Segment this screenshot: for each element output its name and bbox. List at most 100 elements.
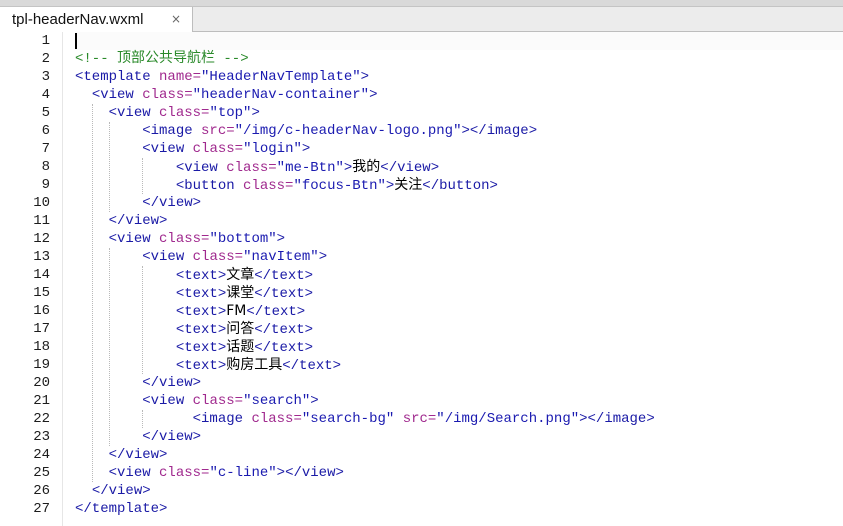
code-token: "HeaderNavTemplate" [201, 69, 361, 85]
code-token: "search-bg" [301, 411, 395, 427]
code-token: "login" [243, 141, 302, 157]
code-token: <text> [175, 322, 227, 338]
code-token: </view> [108, 213, 168, 229]
code-token: <text> [175, 268, 227, 284]
line-number: 23 [33, 429, 50, 445]
code-token: class= [192, 141, 244, 157]
code-token: "me-Btn" [276, 160, 344, 176]
indent-guide [142, 410, 144, 428]
code-token: </text> [254, 340, 314, 356]
code-token: > [369, 87, 378, 103]
code-line: <text>问答</text> [75, 320, 843, 338]
code-token: > [318, 249, 328, 265]
code-line: <text>购房工具</text> [75, 356, 843, 374]
line-number: 16 [33, 303, 50, 319]
code-token: </view> [142, 429, 202, 445]
code-token: </text> [254, 286, 314, 302]
line-number: 8 [41, 159, 50, 175]
close-icon[interactable]: × [170, 12, 182, 26]
line-number: 24 [33, 447, 50, 463]
code-token: class= [251, 411, 302, 427]
line-number: 15 [33, 285, 50, 301]
code-token: 问答 [226, 321, 255, 337]
line-number: 20 [33, 375, 50, 391]
line-number: 9 [41, 177, 50, 193]
code-line [75, 32, 843, 50]
code-token: 关注 [394, 177, 423, 193]
line-number-gutter: 1 2 3 4 5 6 7 8 9 10 11 12 13 14 15 16 17 18 19 20 21 22 23 24 2… [0, 32, 63, 526]
code-token: </text> [254, 322, 314, 338]
code-token: "headerNav-container" [192, 87, 370, 103]
code-token: > [310, 393, 319, 409]
code-token: "/img/c-headerNav-logo.png" [234, 123, 462, 139]
code-line: <text>文章</text> [75, 266, 843, 284]
line-number: 25 [33, 465, 50, 481]
code-token: <template [75, 69, 160, 85]
code-line: <view class="top"> [75, 104, 843, 122]
code-token: > [251, 105, 260, 121]
code-token: <view [142, 249, 193, 265]
code-token: class= [142, 87, 193, 103]
line-number: 21 [33, 393, 50, 409]
code-token: "navItem" [243, 249, 319, 265]
code-line: <view class="c-line"></view> [75, 464, 843, 482]
code-line: <image class="search-bg" src="/img/Searc… [75, 410, 843, 428]
line-number: 6 [41, 123, 50, 139]
code-line: </view> [75, 194, 843, 212]
code-token: "c-line" [209, 465, 277, 481]
code-token: FM [226, 303, 247, 319]
code-token: </view> [91, 483, 151, 499]
code-line: <image src="/img/c-headerNav-logo.png"><… [75, 122, 843, 140]
code-line: </view> [75, 482, 843, 500]
code-token: </button> [422, 178, 498, 194]
code-token: <text> [175, 304, 227, 320]
editor-window: tpl-headerNav.wxml × 1 2 3 4 5 6 7 8 9 10 11 12 13 14… [0, 0, 843, 526]
code-token: <image [192, 411, 252, 427]
line-number: 22 [33, 411, 50, 427]
code-token: class= [159, 105, 210, 121]
code-token: 文章 [226, 267, 255, 283]
code-token: class= [192, 249, 244, 265]
code-token: "search" [243, 393, 311, 409]
indent-guide [108, 122, 110, 212]
line-number: 19 [33, 357, 50, 373]
code-token: <!-- 顶部公共导航栏 --> [75, 51, 249, 67]
code-token: src= [402, 411, 437, 427]
code-token: > [301, 141, 311, 157]
line-number: 2 [41, 51, 50, 67]
code-editor[interactable]: 1 2 3 4 5 6 7 8 9 10 11 12 13 14 15 16 17 18 19 20 21 22 23 24 2… [0, 32, 843, 526]
code-token: 课堂 [226, 285, 255, 301]
code-token: ></image> [461, 123, 538, 139]
code-line: <view class="navItem"> [75, 248, 843, 266]
code-line: <view class="me-Btn">我的</view> [75, 158, 843, 176]
code-line: <text>FM</text> [75, 302, 843, 320]
code-token: 购房工具 [226, 357, 283, 373]
code-token: class= [159, 231, 210, 247]
line-number: 5 [41, 105, 50, 121]
code-area[interactable]: <!-- 顶部公共导航栏 --> <template name="HeaderNa… [75, 32, 843, 518]
code-token: 我的 [352, 159, 381, 175]
code-token: <view [175, 160, 227, 176]
indent-guide [142, 266, 144, 374]
code-token: > [360, 69, 370, 85]
line-number: 11 [33, 213, 50, 229]
code-token: 话题 [226, 339, 255, 355]
line-number: 1 [41, 33, 50, 49]
code-token: > [276, 231, 286, 247]
code-token: class= [243, 178, 294, 194]
code-token: name= [159, 69, 202, 85]
code-line: </view> [75, 212, 843, 230]
code-token: class= [159, 465, 210, 481]
indent-guide [108, 248, 110, 446]
tab-tpl-headerNav[interactable]: tpl-headerNav.wxml × [0, 7, 193, 32]
code-token: </view> [108, 447, 168, 463]
line-number: 26 [33, 483, 50, 499]
code-token: </text> [246, 304, 306, 320]
